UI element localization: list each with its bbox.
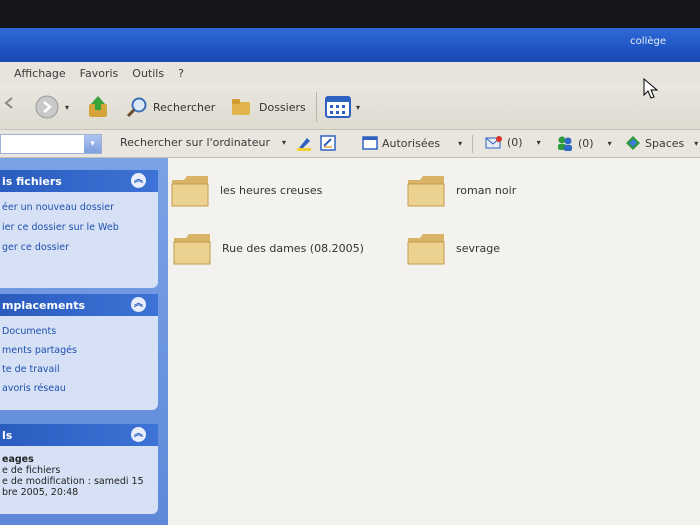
folders-button[interactable]: Dossiers	[230, 96, 306, 118]
spaces-icon	[626, 136, 640, 150]
details-title: ls	[2, 428, 13, 442]
folder-icon	[407, 234, 445, 265]
up-folder-button[interactable]	[86, 94, 110, 120]
search-icon	[126, 97, 147, 118]
folder-name: les heures creuses	[220, 183, 323, 197]
mouse-cursor-icon	[643, 77, 659, 104]
other-places-header[interactable]: mplacements ︽	[0, 294, 158, 316]
authorized-button[interactable]: Autorisées ▾	[362, 135, 462, 151]
search-button[interactable]: Rechercher	[126, 96, 215, 118]
views-dropdown-icon: ▾	[356, 102, 361, 112]
menu-help[interactable]: ?	[178, 67, 184, 80]
address-dropdown-icon[interactable]: ▾	[84, 135, 101, 153]
folders-label: Dossiers	[259, 100, 306, 114]
authorized-dropdown-icon: ▾	[458, 138, 463, 148]
back-arrow-icon	[4, 97, 13, 109]
form-fill-icon	[320, 135, 336, 151]
contacts-count: (0)	[578, 136, 594, 150]
search-label: Rechercher	[153, 100, 216, 114]
place-link-my-computer[interactable]: te de travail	[2, 360, 156, 379]
place-link-documents[interactable]: Documents	[2, 322, 156, 341]
form-fill-button[interactable]	[320, 135, 336, 151]
highlighter-icon	[297, 138, 311, 151]
details-name: eages	[2, 454, 34, 465]
spaces-dropdown-icon: ▾	[694, 138, 699, 148]
folders-icon	[232, 99, 250, 115]
search-computer-dropdown-icon: ▾	[281, 138, 286, 147]
details-body: eages e de fichiers e de modification : …	[0, 446, 158, 504]
address-field[interactable]: ▾	[0, 134, 102, 154]
contacts-dropdown-icon: ▾	[607, 138, 612, 148]
forward-circle-icon	[35, 95, 59, 119]
task-link-publish-web[interactable]: ier ce dossier sur le Web	[2, 218, 156, 238]
popup-blocker-icon	[362, 136, 378, 150]
up-folder-icon	[89, 96, 107, 117]
toolbar: ▾ Rechercher Dossiers ▾	[0, 84, 700, 130]
mail-icon	[485, 136, 502, 149]
contacts-icon	[558, 136, 572, 151]
folder-view: les heures creuses roman noir Rue des da…	[168, 158, 700, 525]
highlight-button[interactable]	[296, 135, 312, 151]
file-tasks-header[interactable]: is fichiers ︽	[0, 170, 158, 192]
menu-outils[interactable]: Outils	[132, 67, 164, 80]
folder-item[interactable]: sevrage	[406, 230, 500, 266]
task-pane: is fichiers ︽ éer un nouveau dossier ier…	[0, 158, 168, 525]
search-computer-button[interactable]: Rechercher sur l'ordinateur ▾	[120, 136, 286, 149]
forward-dropdown-icon: ▾	[65, 102, 70, 112]
menu-bar: Affichage Favoris Outils ?	[0, 62, 700, 84]
menu-favoris[interactable]: Favoris	[80, 67, 119, 80]
place-link-shared-documents[interactable]: ments partagés	[2, 341, 156, 360]
collapse-up-icon[interactable]: ︽	[131, 427, 146, 442]
collapse-up-icon[interactable]: ︽	[131, 173, 146, 188]
file-tasks-title: is fichiers	[2, 174, 62, 188]
details-panel: ls ︽ eages e de fichiers e de modificati…	[0, 424, 158, 514]
file-tasks-panel: is fichiers ︽ éer un nouveau dossier ier…	[0, 170, 158, 288]
other-places-list: Documents ments partagés te de travail a…	[0, 316, 158, 404]
folder-icon	[171, 176, 209, 207]
window-title: collège	[630, 36, 666, 47]
toolbar-separator	[316, 92, 317, 122]
task-link-share-folder[interactable]: ger ce dossier	[2, 238, 156, 258]
task-link-new-folder[interactable]: éer un nouveau dossier	[2, 198, 156, 218]
file-tasks-list: éer un nouveau dossier ier ce dossier su…	[0, 192, 158, 264]
details-modified: e de modification : samedi 15	[2, 476, 144, 487]
folder-item[interactable]: les heures creuses	[170, 172, 322, 208]
spaces-label: Spaces	[645, 136, 685, 150]
spaces-button[interactable]: Spaces ▾	[625, 135, 698, 151]
forward-button[interactable]: ▾	[34, 94, 69, 120]
monitor-bezel	[0, 0, 700, 30]
folder-item[interactable]: Rue des dames (08.2005)	[172, 230, 364, 266]
authorized-label: Autorisées	[382, 136, 441, 150]
mail-dropdown-icon: ▾	[536, 137, 541, 147]
addr-separator-1	[472, 135, 473, 153]
folder-name: Rue des dames (08.2005)	[222, 241, 364, 255]
details-type: e de fichiers	[2, 465, 61, 476]
details-date: bre 2005, 20:48	[2, 487, 79, 498]
folder-icon	[173, 234, 211, 265]
menu-affichage[interactable]: Affichage	[14, 67, 66, 80]
folder-name: roman noir	[456, 183, 517, 197]
folder-item[interactable]: roman noir	[406, 172, 516, 208]
back-button[interactable]	[4, 96, 14, 110]
address-toolbar: ▾ Rechercher sur l'ordinateur ▾ Autorisé…	[0, 130, 700, 158]
contacts-button[interactable]: (0) ▾	[556, 135, 612, 151]
other-places-title: mplacements	[2, 298, 86, 312]
views-button[interactable]: ▾	[325, 96, 360, 118]
collapse-up-icon[interactable]: ︽	[131, 297, 146, 312]
place-link-network[interactable]: avoris réseau	[2, 379, 156, 398]
folder-icon	[407, 176, 445, 207]
folder-name: sevrage	[456, 241, 501, 255]
other-places-panel: mplacements ︽ Documents ments partagés t…	[0, 294, 158, 410]
mail-count: (0)	[507, 135, 523, 149]
search-computer-label: Rechercher sur l'ordinateur	[120, 136, 270, 149]
title-bar: collège	[0, 28, 700, 64]
views-grid-icon	[325, 96, 351, 118]
details-header[interactable]: ls ︽	[0, 424, 158, 446]
mail-button[interactable]: (0) ▾	[485, 135, 541, 149]
